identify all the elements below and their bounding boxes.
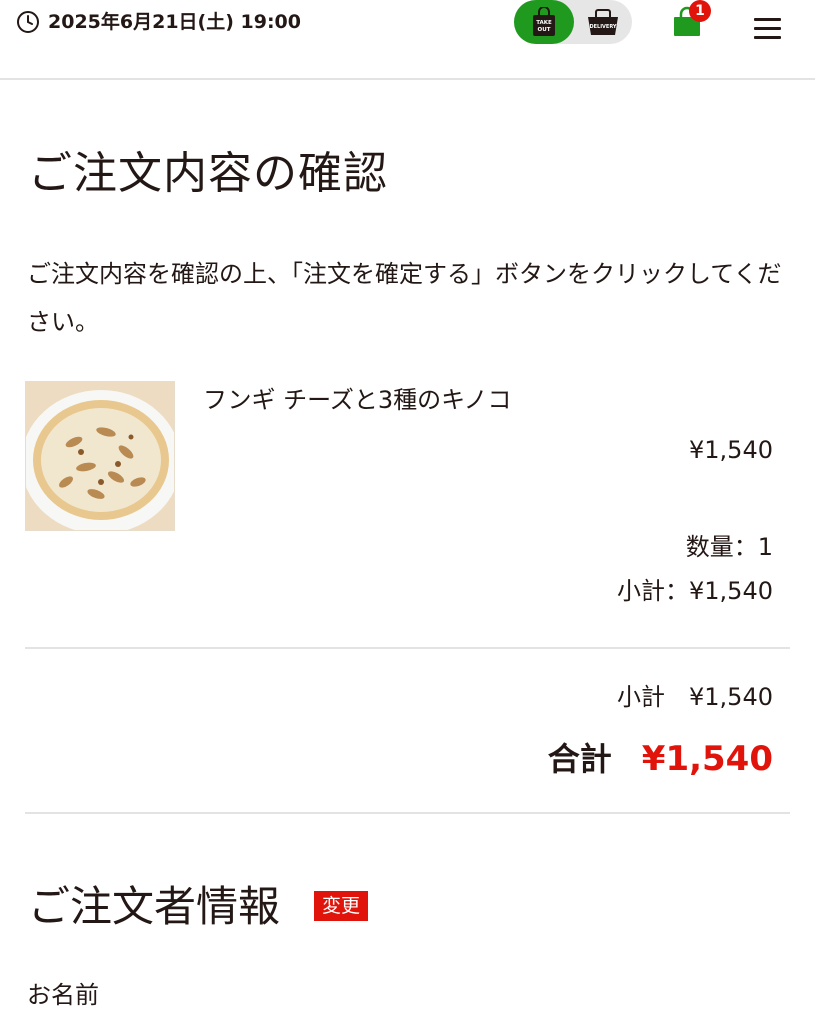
svg-text:DELIVERY: DELIVERY — [589, 24, 616, 30]
instruction-text: ご注文内容を確認の上、「注文を確定する」ボタンをクリックしてください。 — [27, 260, 782, 336]
item-name: フンギ チーズと3種のキノコ — [203, 386, 512, 414]
item-price: ¥1,540 — [689, 436, 773, 464]
shopping-bag-icon: TAKE OUT — [533, 7, 555, 36]
clock-icon — [17, 11, 39, 33]
svg-text:OUT: OUT — [538, 27, 551, 33]
summary-total-label: 合計 — [547, 740, 612, 778]
summary-total-value: ¥1,540 — [641, 739, 773, 779]
order-datetime[interactable]: 2025年6月21日(土) 19:00 — [48, 10, 301, 34]
customer-info-title: ご注文者情報 — [28, 882, 281, 931]
change-button[interactable]: 変更 — [314, 891, 369, 921]
page-title: ご注文内容の確認 — [28, 148, 388, 199]
summary-subtotal-label: 小計 — [617, 683, 666, 711]
divider — [25, 647, 790, 649]
summary-total: 合計 ¥1,540 — [548, 736, 773, 788]
item-quantity: 数量：1 — [685, 533, 773, 561]
hamburger-menu-icon[interactable] — [748, 12, 788, 46]
item-image — [25, 381, 175, 531]
cart-button[interactable]: 1 — [667, 0, 715, 44]
item-subtotal: 小計：¥1,540 — [617, 577, 773, 605]
pizza-image — [26, 382, 174, 530]
divider — [25, 812, 790, 814]
order-mode-toggle[interactable]: TAKE OUT DELIVERY — [514, 0, 632, 44]
name-field-label: お名前 — [27, 981, 99, 1009]
header: 2025年6月21日(土) 19:00 TAKE OUT DELIVERY 1 — [0, 0, 815, 80]
basket-icon[interactable]: DELIVERY — [585, 7, 621, 37]
takeout-mode-button[interactable]: TAKE OUT — [514, 0, 574, 44]
svg-text:TAKE: TAKE — [536, 20, 552, 26]
summary-subtotal-value: ¥1,540 — [689, 683, 773, 711]
summary-subtotal: 小計 ¥1,540 — [617, 681, 773, 713]
cart-count-badge: 1 — [689, 0, 711, 22]
